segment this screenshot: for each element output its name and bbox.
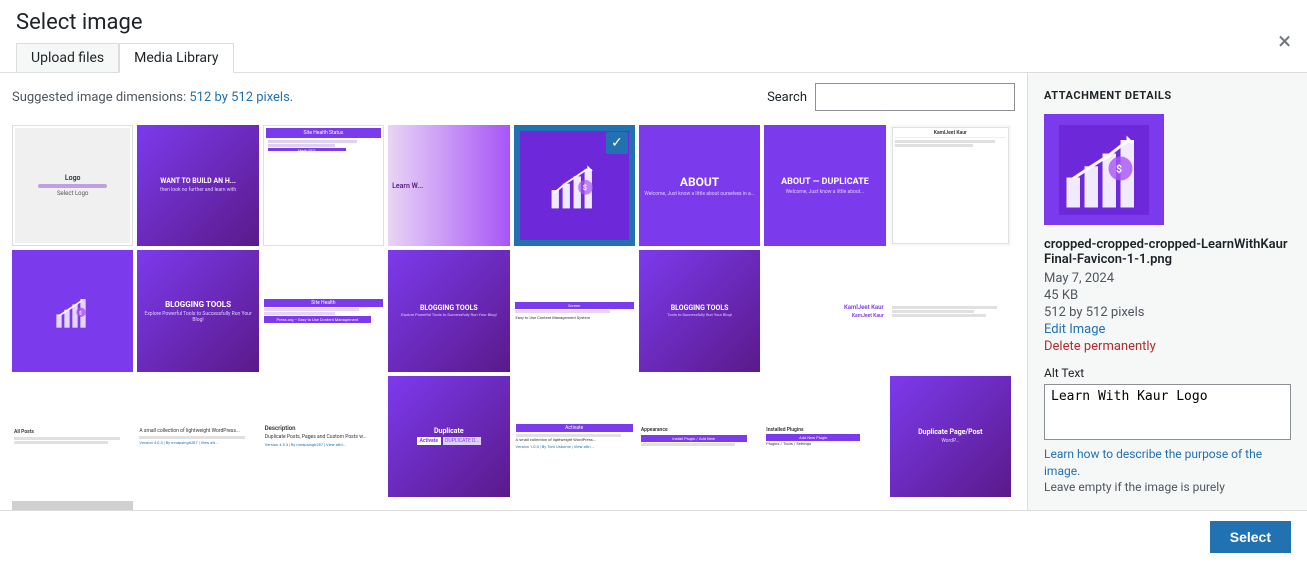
grid-item[interactable]: Duplicate Page/Post WordP... [890,376,1011,497]
attachment-dimensions: 512 by 512 pixels [1044,305,1291,320]
close-icon[interactable]: × [1278,29,1291,53]
modal-header: Select image Upload files Media Library … [0,0,1307,73]
grid-item[interactable]: A small collection of lightweight WordPr… [137,376,258,497]
delete-permanently-link[interactable]: Delete permanently [1044,339,1291,354]
grid-item[interactable]: All Posts [12,376,133,497]
modal-footer: Select [0,510,1307,563]
grid-item[interactable]: Duplicate Activate DUPLICATE D... [388,376,509,497]
attachment-size: 45 KB [1044,288,1291,303]
media-grid-container[interactable]: Logo Select Logo WANT TO BUILD AN H... t… [12,125,1015,510]
grid-item[interactable]: Description Duplicate Posts, Pages and C… [263,376,384,497]
tab-upload[interactable]: Upload files [16,43,119,72]
attachment-preview: $ [1044,114,1164,225]
learn-how-link[interactable]: Learn how to describe the purpose of the… [1044,446,1291,480]
grid-item[interactable]: BLOGGING TOOLS Tools to Successfully Run… [639,250,760,371]
grid-item[interactable]: ABOUT — DUPLICATE Welcome, Just know a l… [764,125,885,246]
attachment-sidebar: ATTACHMENT DETAILS $ cropped-cropped-cro… [1027,73,1307,510]
grid-item[interactable]: Appearance Install Plugin / Add New [639,376,760,497]
select-button[interactable]: Select [1210,521,1291,553]
grid-item[interactable]: Activate A small collection of lightweig… [514,376,635,497]
grid-item[interactable] [12,501,133,510]
attachment-date: May 7, 2024 [1044,271,1291,286]
grid-item[interactable]: $ [12,250,133,371]
grid-item[interactable]: Learn W... [388,125,509,246]
grid-item[interactable]: Screen Easy to Use Content Management Sy… [514,250,635,371]
grid-item-selected[interactable]: $ ✓ [514,125,635,246]
grid-item[interactable]: WANT TO BUILD AN H... then look no furth… [137,125,258,246]
modal-body: Suggested image dimensions: 512 by 512 p… [0,73,1307,510]
grid-item[interactable] [890,250,1011,371]
modal-title: Select image [16,10,234,35]
select-image-modal: Select image Upload files Media Library … [0,0,1307,563]
alt-text-input[interactable]: Learn With Kaur Logo [1044,384,1291,440]
edit-image-link[interactable]: Edit Image [1044,322,1291,337]
tabs-container: Upload files Media Library [16,43,234,72]
grid-item[interactable]: KamlJeet Kaur [890,125,1011,246]
grid-item[interactable]: Site Health Status Math SEO [263,125,384,246]
grid-item[interactable]: Installed Plugins Add New Plugin Plugins… [764,376,885,497]
selected-check-icon: ✓ [606,132,628,154]
grid-item[interactable]: BLOGGING TOOLS Explore Powerful Tools to… [388,250,509,371]
attachment-details-title: ATTACHMENT DETAILS [1044,89,1291,102]
search-label: Search [767,90,807,105]
learn-link-text: Learn how to describe the purpose of the… [1044,447,1262,478]
suggested-dimensions-highlight: 512 by 512 pixels. [189,90,293,105]
svg-text:$: $ [1116,162,1122,175]
attachment-filename: cropped-cropped-cropped-LearnWithKaurFin… [1044,237,1291,267]
grid-item[interactable]: Logo Select Logo [12,125,133,246]
media-grid: Logo Select Logo WANT TO BUILD AN H... t… [12,125,1015,510]
search-input[interactable] [815,83,1015,111]
grid-item[interactable]: KamlJeet Kaur KamJeet Kaur [764,250,885,371]
leave-empty-text: Leave empty if the image is purely [1044,480,1291,494]
alt-text-label: Alt Text [1044,366,1291,380]
grid-item[interactable]: Site Health Press.org – Easy to Use Cont… [263,250,384,371]
suggested-dimensions: Suggested image dimensions: 512 by 512 p… [12,90,293,105]
search-bar: Search [767,83,1015,111]
svg-text:$: $ [582,183,586,192]
media-area: Suggested image dimensions: 512 by 512 p… [0,73,1027,510]
grid-item[interactable]: BLOGGING TOOLS Explore Powerful Tools to… [137,250,258,371]
grid-item[interactable]: ABOUT Welcome, Just know a little about … [639,125,760,246]
tab-media-library[interactable]: Media Library [119,43,233,73]
